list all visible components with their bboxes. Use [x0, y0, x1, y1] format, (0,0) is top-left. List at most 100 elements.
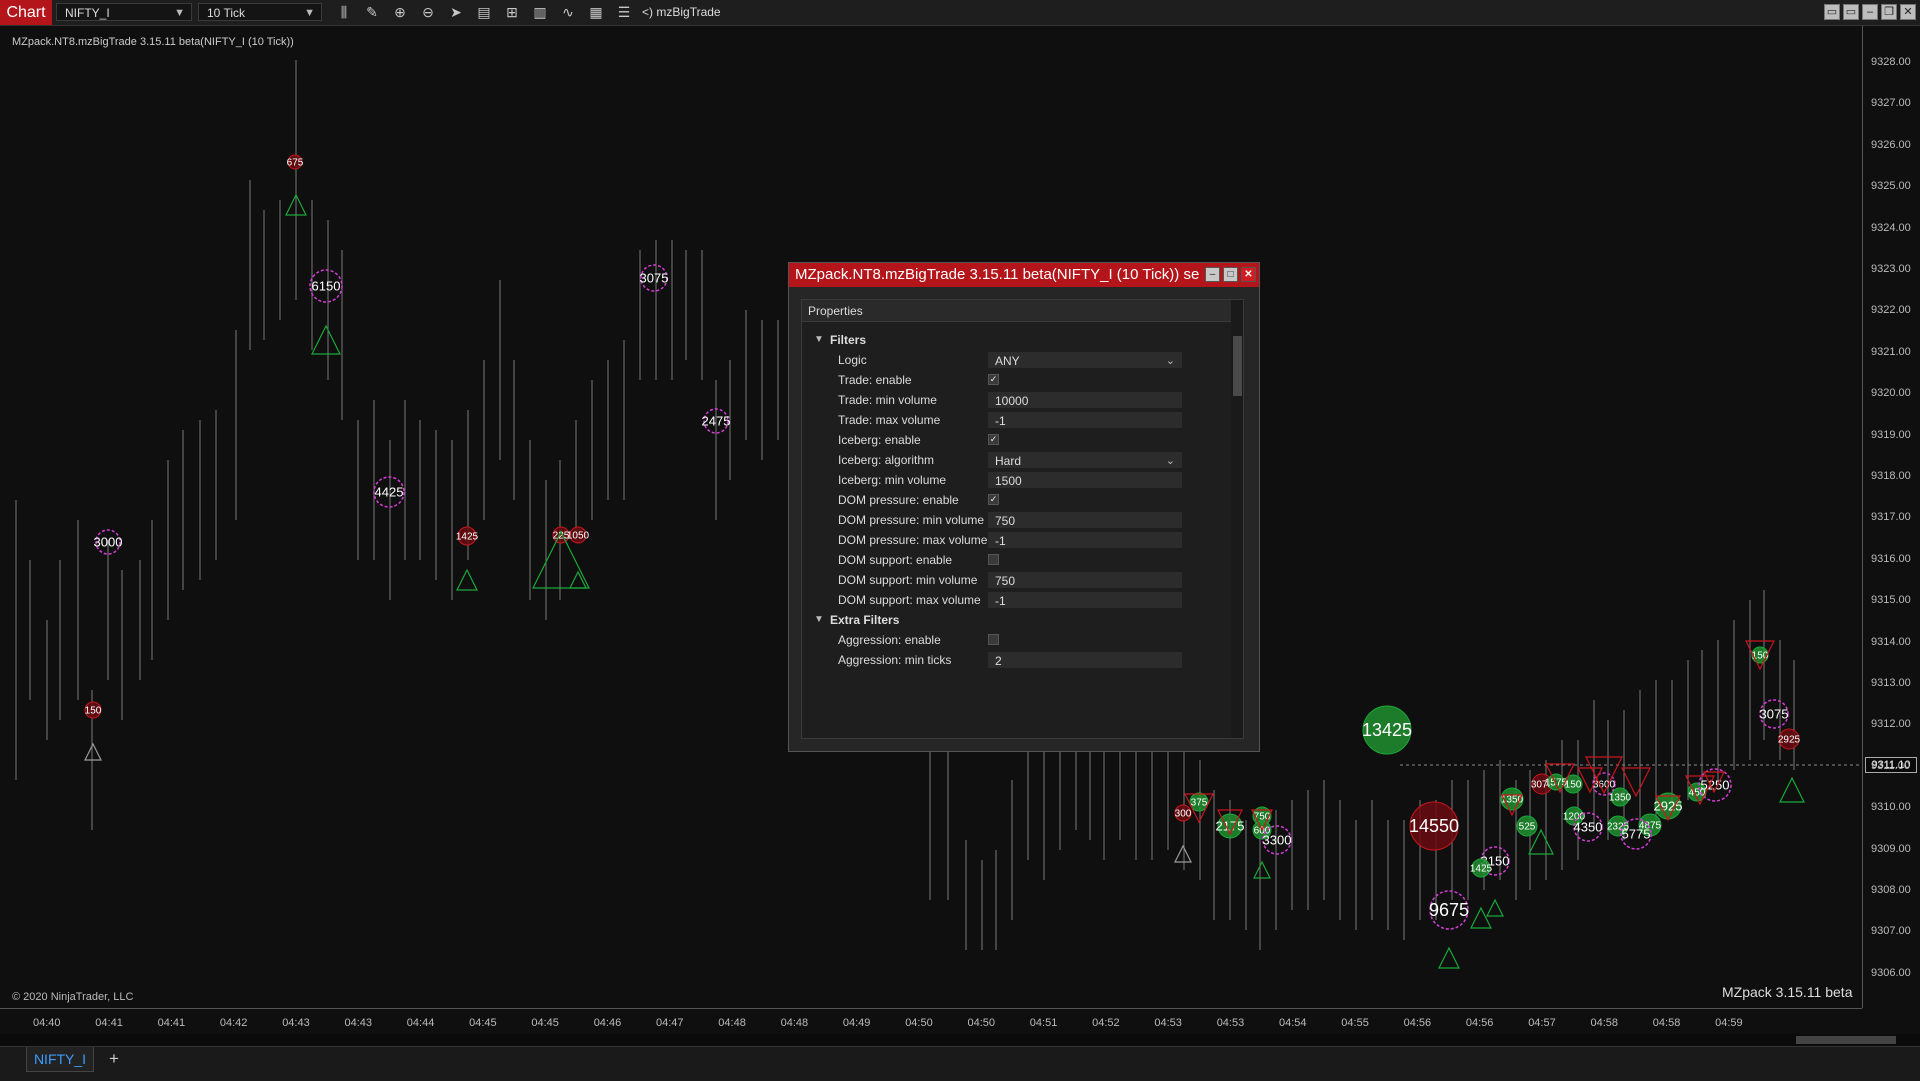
trade-marker-label: 150 [1565, 779, 1582, 790]
time-tick-label: 04:56 [1403, 1017, 1432, 1029]
collapse-arrow-icon[interactable]: ▼ [814, 330, 824, 350]
property-name: Trade: enable [838, 373, 912, 387]
price-tick-label: 9328.00 [1871, 56, 1911, 68]
property-select[interactable]: ANY ⌄ [988, 352, 1182, 368]
collapse-arrow-icon[interactable]: ▼ [814, 610, 824, 630]
property-input[interactable]: 750 [988, 572, 1182, 588]
add-tab-icon[interactable]: + [104, 1047, 124, 1071]
restore-icon[interactable]: ❐ [1881, 4, 1897, 20]
property-input[interactable]: 750 [988, 512, 1182, 528]
properties-icon[interactable]: ☰ [614, 3, 634, 21]
property-input[interactable]: -1 [988, 412, 1182, 428]
zoom-in-icon[interactable]: ⊕ [390, 3, 410, 21]
properties-grid: Properties ▼ Filters Logic ANY ⌄ Trade: enabl… [801, 299, 1244, 739]
strategies-icon[interactable]: ▦ [586, 3, 606, 21]
data-box-icon[interactable]: ▤ [474, 3, 494, 21]
property-checkbox[interactable] [988, 554, 999, 565]
chart-window-label[interactable]: Chart [0, 0, 52, 25]
scroll-thumb[interactable] [1233, 336, 1242, 396]
tab-nifty[interactable]: NIFTY_I [26, 1047, 94, 1072]
trade-marker-label: 1350 [1609, 792, 1632, 803]
indicator-title: MZpack.NT8.mzBigTrade 3.15.11 beta(NIFTY… [12, 36, 294, 48]
trade-marker-label: 1425 [456, 531, 479, 542]
minimize-icon[interactable]: – [1205, 267, 1220, 282]
time-tick-label: 04:50 [967, 1017, 996, 1029]
category-label: Extra Filters [830, 613, 900, 627]
property-row: Iceberg: algorithm Hard ⌄ [802, 450, 1230, 470]
property-input[interactable]: 1500 [988, 472, 1182, 488]
instrument-selector[interactable]: NIFTY_I ▼ [56, 3, 192, 21]
price-tick-label: 9311.00 [1871, 759, 1910, 772]
property-input[interactable]: 2 [988, 652, 1182, 668]
price-tick-label: 9324.00 [1871, 221, 1911, 234]
trade-marker-label: 6150 [312, 278, 341, 293]
property-checkbox[interactable]: ✓ [988, 494, 999, 505]
price-axis[interactable]: 9311.10 9328.00 9327.00 9326.00 9325.00 9324… [1862, 26, 1920, 1008]
property-input[interactable]: -1 [988, 592, 1182, 608]
property-name: DOM support: max volume [838, 593, 981, 607]
property-name: DOM pressure: enable [838, 493, 959, 507]
scroll-thumb[interactable] [1796, 1036, 1896, 1044]
draw-tool-icon[interactable]: ✎ [362, 3, 382, 21]
dialog-title[interactable]: MZpack.NT8.mzBigTrade 3.15.11 beta(NIFTY… [789, 263, 1259, 287]
property-checkbox[interactable] [988, 634, 999, 645]
price-tick-label: 9314.00 [1871, 635, 1911, 648]
price-tick-label: 9317.00 [1871, 511, 1911, 524]
time-tick-label: 04:50 [905, 1017, 933, 1029]
properties-scrollbar[interactable] [1231, 300, 1243, 738]
chevron-down-icon: ⌄ [1165, 355, 1175, 367]
close-icon[interactable]: ✕ [1241, 267, 1256, 282]
chevron-down-icon: ▼ [304, 7, 315, 19]
time-tick-label: 04:45 [469, 1017, 497, 1029]
price-tick-label: 9321.00 [1871, 345, 1911, 358]
instrument-icon[interactable]: ▥ [530, 3, 550, 21]
interval-selector[interactable]: 10 Tick ▼ [198, 3, 322, 21]
property-input[interactable]: -1 [988, 532, 1182, 548]
property-checkbox[interactable]: ✓ [988, 374, 999, 385]
close-icon[interactable]: ✕ [1900, 4, 1916, 20]
time-tick-label: 04:45 [531, 1017, 559, 1029]
tile-icon[interactable]: ▭ [1843, 4, 1859, 20]
trade-marker-label: 4425 [375, 484, 404, 499]
maximize-icon[interactable]: □ [1223, 267, 1238, 282]
price-tick-label: 9312.00 [1871, 718, 1911, 731]
price-tick-label: 9316.00 [1871, 552, 1911, 565]
property-category[interactable]: ▼ Filters [802, 330, 1230, 350]
time-tick-label: 04:42 [219, 1017, 248, 1029]
indicator-prefix: <) [642, 5, 654, 19]
pressure-triangle [569, 570, 587, 589]
zoom-out-icon[interactable]: ⊖ [418, 3, 438, 21]
time-tick-label: 04:47 [656, 1017, 684, 1029]
time-tick-label: 04:48 [718, 1017, 746, 1029]
property-row: DOM support: min volume 750 [802, 570, 1230, 590]
trade-marker-label: 14550 [1409, 816, 1459, 836]
price-tick-label: 9325.00 [1871, 180, 1911, 193]
property-input[interactable]: 10000 [988, 392, 1182, 408]
price-tick-label: 9313.00 [1871, 677, 1911, 689]
price-tick-label: 9323.00 [1871, 263, 1911, 275]
copyright-text: © 2020 NinjaTrader, LLC [12, 991, 134, 1003]
property-category[interactable]: ▼ Extra Filters [802, 610, 1230, 630]
price-tick-label: 9327.00 [1871, 97, 1911, 110]
pointer-icon[interactable]: ➤ [446, 3, 466, 21]
time-tick-label: 04:57 [1528, 1017, 1556, 1029]
bar-type-icon[interactable]: ⫼ [334, 3, 354, 21]
time-axis[interactable]: 04:40 04:41 04:41 04:42 04:43 04:43 04:44 04:45… [0, 1008, 1862, 1035]
indicator-label[interactable]: <) mzBigTrade [642, 0, 721, 25]
property-checkbox[interactable]: ✓ [988, 434, 999, 445]
indicators-icon[interactable]: ∿ [558, 3, 578, 21]
layout-icon[interactable]: ▭ [1824, 4, 1840, 20]
price-tick-label: 9319.00 [1871, 428, 1911, 441]
property-select[interactable]: Hard ⌄ [988, 452, 1182, 468]
horizontal-scrollbar[interactable] [0, 1034, 1920, 1046]
property-row: DOM pressure: min volume 750 [802, 510, 1230, 530]
property-name: Trade: min volume [838, 393, 937, 407]
trade-marker-label: 3300 [1263, 832, 1292, 847]
trade-marker-label: 525 [1519, 821, 1536, 832]
pressure-triangle [311, 324, 341, 355]
minimize-icon[interactable]: – [1862, 4, 1878, 20]
trade-marker-label: 150 [85, 705, 102, 716]
time-tick-label: 04:40 [33, 1017, 61, 1029]
chart-trader-icon[interactable]: ⊞ [502, 3, 522, 21]
chart-tab-bar: NIFTY_I + [0, 1046, 1920, 1081]
